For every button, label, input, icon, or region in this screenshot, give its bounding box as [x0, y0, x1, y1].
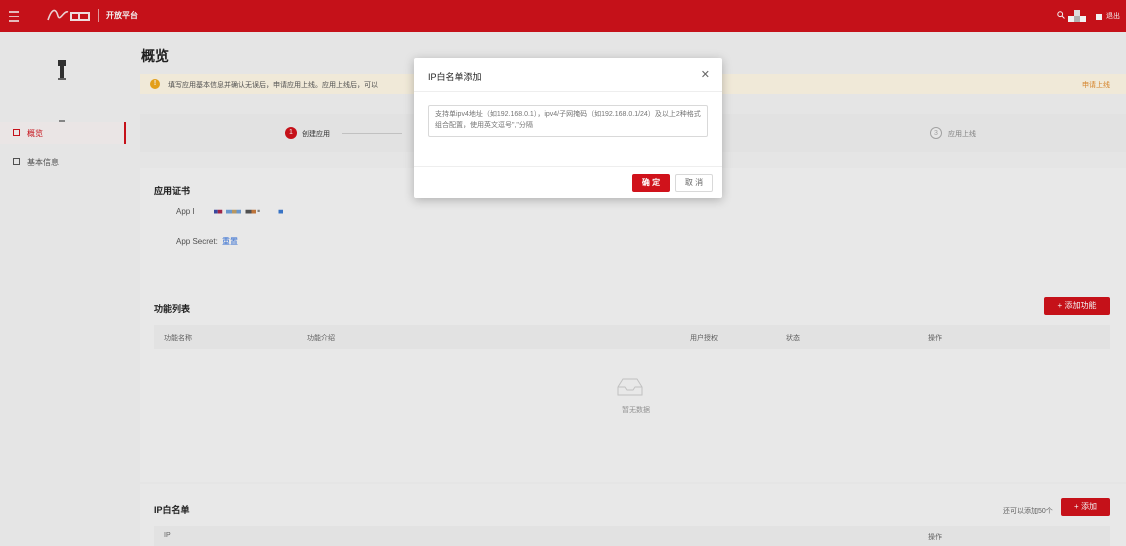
dialog-footer-divider: [414, 166, 722, 167]
confirm-button[interactable]: 确 定: [632, 174, 670, 192]
ip-input-textarea[interactable]: [428, 105, 708, 137]
close-icon[interactable]: ✕: [701, 68, 710, 81]
cancel-button[interactable]: 取 消: [675, 174, 713, 192]
dialog-title: IP白名单添加: [428, 72, 482, 82]
ip-whitelist-add-dialog: IP白名单添加 ✕ 确 定 取 消: [414, 58, 722, 198]
dialog-divider: [414, 91, 722, 92]
